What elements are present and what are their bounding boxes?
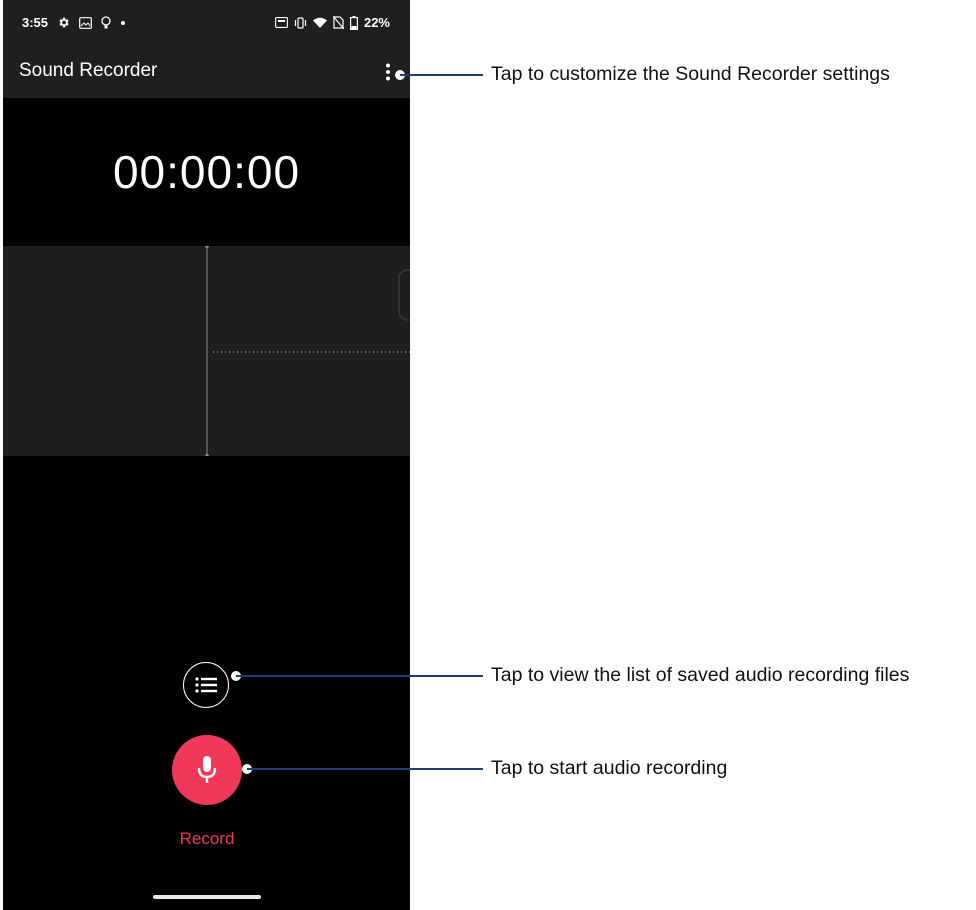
callout-list-line: [231, 671, 483, 681]
callout-settings-line: [395, 70, 483, 80]
callout-settings-text: Tap to customize the Sound Recorder sett…: [491, 63, 890, 85]
callout-lines: [231, 70, 483, 774]
callout-record-line: [242, 764, 483, 774]
callout-list-text: Tap to view the list of saved audio reco…: [491, 664, 910, 686]
callout-record-text: Tap to start audio recording: [491, 757, 728, 779]
